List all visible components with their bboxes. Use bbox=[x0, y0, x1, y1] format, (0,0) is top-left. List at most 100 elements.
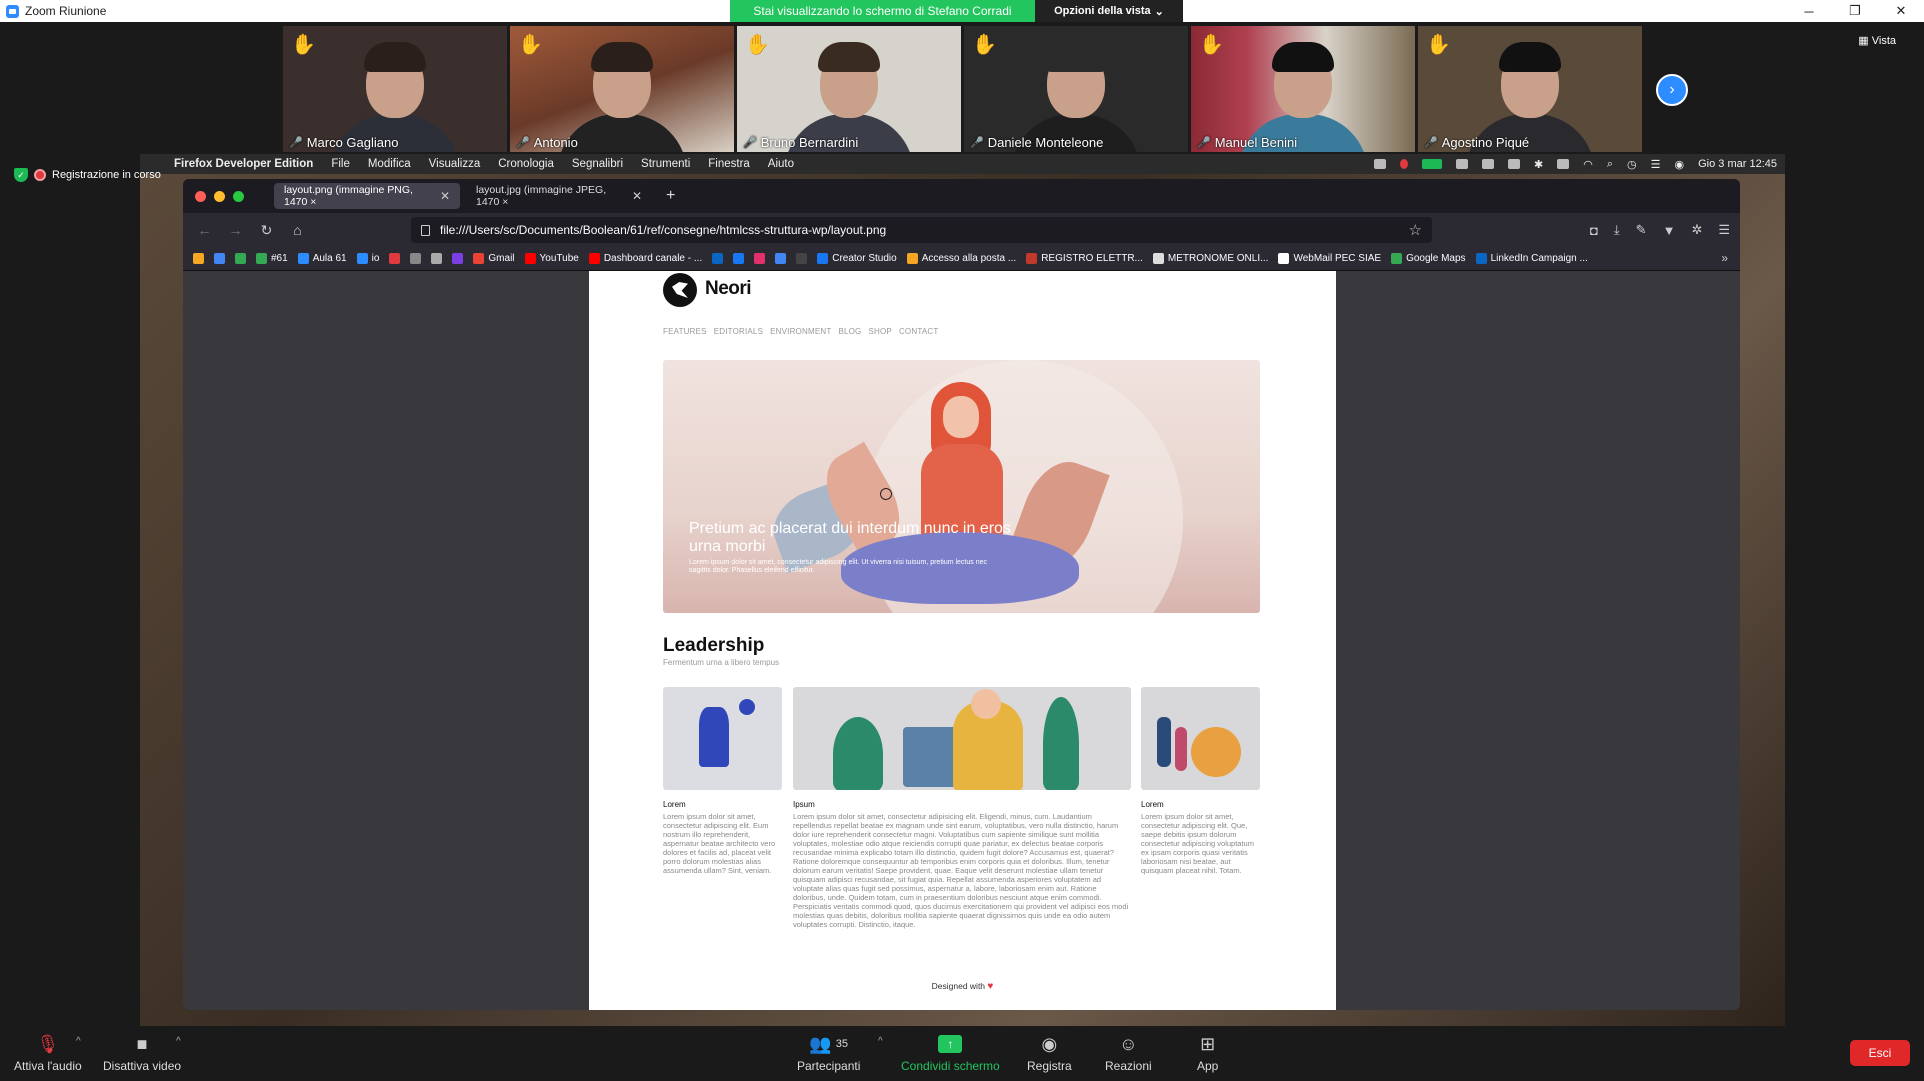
status-icon[interactable] bbox=[1374, 159, 1387, 169]
bookmark-item[interactable] bbox=[193, 253, 204, 264]
wrench-icon[interactable]: ✎ bbox=[1636, 222, 1647, 238]
participants-caret-icon[interactable]: ^ bbox=[878, 1036, 883, 1047]
bookmark-item[interactable]: REGISTRO ELETTR... bbox=[1026, 253, 1143, 264]
battery-meter-icon[interactable] bbox=[1422, 159, 1443, 169]
participant-tile[interactable]: ✋ 🎤 Daniele Monteleone bbox=[964, 26, 1188, 152]
video-options-caret-icon[interactable]: ^ bbox=[176, 1036, 181, 1047]
reactions-button[interactable]: ☺ Reazioni bbox=[1105, 1032, 1152, 1074]
zoom-window-icon[interactable] bbox=[233, 190, 244, 202]
bookmark-label: Aula 61 bbox=[312, 253, 347, 264]
bookmark-item[interactable] bbox=[389, 253, 401, 264]
record-button[interactable]: ◉ Registra bbox=[1027, 1032, 1072, 1074]
menu-item[interactable]: Visualizza bbox=[429, 158, 481, 170]
control-center-icon[interactable]: ☰ bbox=[1651, 158, 1661, 171]
participants-button[interactable]: 👥 35 Partecipanti bbox=[797, 1032, 860, 1074]
menu-item[interactable]: Cronologia bbox=[498, 158, 554, 170]
leave-button[interactable]: Esci bbox=[1850, 1040, 1910, 1066]
bookmark-item[interactable]: Aula 61 bbox=[297, 253, 347, 264]
bookmark-item[interactable]: Dashboard canale - ... bbox=[588, 253, 702, 264]
maximize-icon[interactable]: ❐ bbox=[1832, 0, 1878, 22]
participant-tile[interactable]: ✋ 🎤 Bruno Bernardini bbox=[737, 26, 961, 152]
record-status-icon[interactable] bbox=[1400, 159, 1409, 169]
more-bookmarks-icon[interactable]: » bbox=[1721, 251, 1728, 265]
close-window-icon[interactable] bbox=[195, 190, 206, 202]
menu-item[interactable]: Aiuto bbox=[768, 158, 794, 170]
close-icon[interactable]: ✕ bbox=[1878, 0, 1924, 22]
close-tab-icon[interactable]: ✕ bbox=[632, 189, 642, 203]
bookmark-item[interactable]: Accesso alla posta ... bbox=[906, 253, 1016, 264]
audio-options-caret-icon[interactable]: ^ bbox=[76, 1036, 81, 1047]
time-machine-icon[interactable]: ◷ bbox=[1627, 158, 1637, 171]
tab-layout-png[interactable]: layout.png (immagine PNG, 1470 × ✕ bbox=[274, 183, 460, 209]
app-menu[interactable]: Firefox Developer Edition bbox=[174, 158, 313, 170]
battery-icon[interactable] bbox=[1557, 159, 1570, 169]
view-button[interactable]: ▦ Vista bbox=[1858, 34, 1896, 47]
menu-item[interactable]: Finestra bbox=[708, 158, 750, 170]
participant-tile[interactable]: ✋ 🎤 Agostino Piqué bbox=[1418, 26, 1642, 152]
menu-item[interactable]: Modifica bbox=[368, 158, 411, 170]
bookmark-item[interactable] bbox=[214, 253, 225, 264]
siri-icon[interactable]: ◉ bbox=[1675, 158, 1685, 171]
menu-item[interactable]: Strumenti bbox=[641, 158, 690, 170]
reload-icon[interactable]: ↻ bbox=[251, 222, 282, 239]
bookmark-item[interactable]: io bbox=[356, 253, 379, 264]
shield-status-icon[interactable] bbox=[1456, 159, 1469, 169]
bookmark-item[interactable]: #61 bbox=[256, 253, 288, 264]
view-options-button[interactable]: Opzioni della vista ⌄ bbox=[1035, 0, 1183, 22]
bookmark-item[interactable] bbox=[754, 253, 766, 264]
participant-tile[interactable]: ✋ 🎤 Marco Gagliano bbox=[283, 26, 507, 152]
bookmark-item[interactable]: Creator Studio bbox=[817, 253, 897, 264]
next-page-arrow-icon[interactable]: › bbox=[1656, 74, 1688, 106]
close-tab-icon[interactable]: ✕ bbox=[440, 189, 450, 203]
share-screen-button[interactable]: ↑ Condividi schermo bbox=[901, 1032, 1000, 1073]
url-bar[interactable]: file:///Users/sc/Documents/Boolean/61/re… bbox=[411, 217, 1432, 243]
forward-icon[interactable]: → bbox=[220, 222, 251, 238]
settings-icon[interactable]: ✲ bbox=[1691, 222, 1702, 238]
bookmark-item[interactable]: METRONOME ONLI... bbox=[1152, 253, 1268, 264]
back-icon[interactable]: ← bbox=[189, 222, 220, 238]
status-icon[interactable] bbox=[1508, 159, 1521, 169]
menu-item[interactable]: Segnalibri bbox=[572, 158, 623, 170]
bookmark-item[interactable] bbox=[775, 253, 787, 264]
bookmark-item[interactable]: Google Maps bbox=[1391, 253, 1466, 264]
extension-icon[interactable]: ▼ bbox=[1663, 223, 1676, 238]
file-icon bbox=[421, 224, 430, 236]
minimize-window-icon[interactable] bbox=[214, 190, 225, 202]
wifi-icon[interactable]: ◠ bbox=[1583, 158, 1593, 171]
menu-icon[interactable]: ☰ bbox=[1718, 222, 1730, 238]
status-icon[interactable] bbox=[1482, 159, 1495, 169]
clock[interactable]: Gio 3 mar 12:45 bbox=[1698, 158, 1777, 170]
bluetooth-icon[interactable]: ✱ bbox=[1534, 158, 1543, 171]
download-icon[interactable]: ⤓ bbox=[1614, 222, 1620, 238]
bookmark-item[interactable] bbox=[733, 253, 745, 264]
mic-muted-icon: 🎤 bbox=[970, 137, 984, 149]
home-icon[interactable]: ⌂ bbox=[282, 222, 313, 238]
bookmark-item[interactable] bbox=[712, 253, 724, 264]
view-options-label: Opzioni della vista bbox=[1054, 5, 1151, 17]
bookmark-item[interactable]: WebMail PEC SIAE bbox=[1278, 253, 1381, 264]
tab-layout-jpg[interactable]: layout.jpg (immagine JPEG, 1470 × ✕ bbox=[466, 183, 652, 209]
bookmark-favicon-icon bbox=[1475, 253, 1487, 264]
participant-tile[interactable]: ✋ 🎤 Antonio bbox=[510, 26, 734, 152]
bookmark-item[interactable]: YouTube bbox=[524, 253, 579, 264]
bookmark-favicon-icon bbox=[193, 253, 204, 264]
bookmark-star-icon[interactable]: ☆ bbox=[1409, 221, 1422, 239]
bookmark-item[interactable] bbox=[410, 253, 422, 264]
bookmark-item[interactable] bbox=[431, 253, 443, 264]
participant-name-tag: 🎤 Marco Gagliano bbox=[289, 135, 398, 150]
pocket-icon[interactable]: ◘ bbox=[1590, 223, 1598, 238]
stop-video-button[interactable]: ■ Disattiva video bbox=[103, 1032, 181, 1074]
unmute-button[interactable]: 🎙 Attiva l'audio bbox=[14, 1032, 82, 1074]
menu-item[interactable]: File bbox=[331, 158, 350, 170]
bookmark-item[interactable] bbox=[235, 253, 246, 264]
new-tab-icon[interactable]: + bbox=[666, 187, 675, 205]
bookmark-item[interactable]: Gmail bbox=[473, 253, 515, 264]
bookmark-item[interactable] bbox=[452, 253, 464, 264]
bookmark-item[interactable]: LinkedIn Campaign ... bbox=[1475, 253, 1588, 264]
apps-button[interactable]: ⊞ App bbox=[1197, 1032, 1218, 1074]
participant-tile[interactable]: ✋ 🎤 Manuel Benini bbox=[1191, 26, 1415, 152]
bookmark-favicon-icon bbox=[1278, 253, 1290, 264]
bookmark-item[interactable] bbox=[796, 253, 808, 264]
minimize-icon[interactable]: ─ bbox=[1786, 0, 1832, 22]
search-icon[interactable]: ⌕ bbox=[1607, 158, 1613, 171]
